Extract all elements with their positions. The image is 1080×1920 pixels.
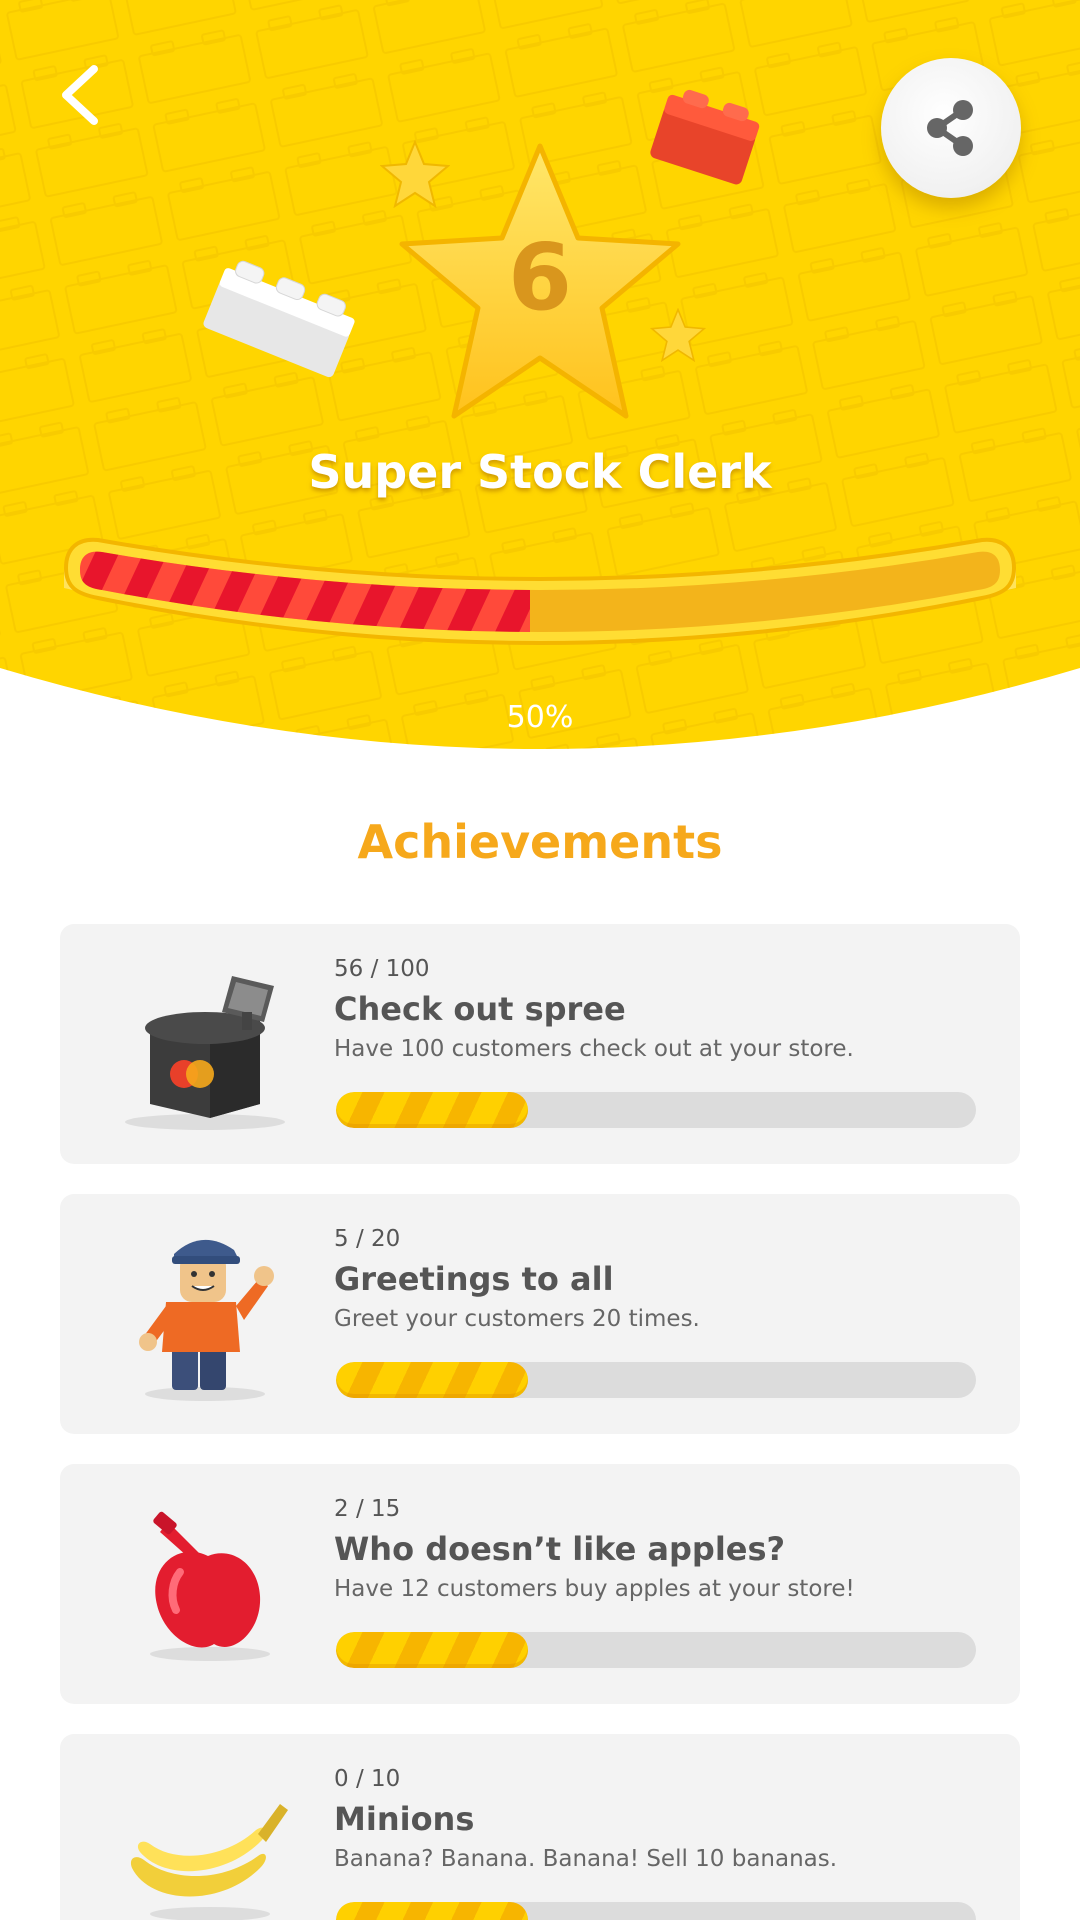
achievement-title: Minions bbox=[334, 1800, 475, 1838]
level-progress-percent: 50% bbox=[506, 700, 574, 735]
achievement-description: Have 100 customers check out at your sto… bbox=[334, 1036, 854, 1062]
achievement-progress-text: 5 / 20 bbox=[334, 1226, 401, 1252]
shopkeeper-figure-icon bbox=[139, 1239, 274, 1401]
achievement-progress-track bbox=[336, 1632, 976, 1668]
level-number: 6 bbox=[507, 224, 572, 331]
achievement-progress-track bbox=[336, 1362, 976, 1398]
achievements-title: Achievements bbox=[357, 815, 723, 869]
achievement-progress-text: 0 / 10 bbox=[334, 1766, 401, 1792]
cash-register-icon bbox=[125, 976, 285, 1130]
achievement-description: Banana? Banana. Banana! Sell 10 bananas. bbox=[334, 1846, 838, 1872]
achievement-progress-text: 56 / 100 bbox=[334, 956, 430, 982]
achievement-card[interactable]: 5 / 20 Greetings to all Greet your custo… bbox=[60, 1194, 1020, 1434]
banana-icon bbox=[130, 1804, 288, 1920]
chevron-left-icon bbox=[62, 65, 98, 125]
apple-icon bbox=[150, 1511, 270, 1661]
achievement-description: Greet your customers 20 times. bbox=[334, 1306, 700, 1332]
share-button[interactable] bbox=[881, 58, 1021, 198]
achievement-progress-fill bbox=[336, 1362, 528, 1398]
achievement-progress-fill bbox=[336, 1632, 528, 1668]
achievement-progress-fill bbox=[336, 1902, 528, 1920]
level-header: 6 Super Stock Clerk 50% bbox=[0, 0, 1080, 780]
white-brick-icon bbox=[203, 260, 355, 378]
achievement-card[interactable]: 56 / 100 Check out spree Have 100 custom… bbox=[60, 924, 1020, 1164]
achievement-progress-text: 2 / 15 bbox=[334, 1496, 401, 1522]
achievement-progress-track bbox=[336, 1902, 976, 1920]
achievement-title: Greetings to all bbox=[334, 1260, 614, 1298]
level-progress-bar bbox=[63, 537, 1017, 645]
achievement-progress-track bbox=[336, 1092, 976, 1128]
achievement-title: Who doesn’t like apples? bbox=[334, 1530, 786, 1568]
share-icon bbox=[927, 100, 973, 156]
achievement-description: Have 12 customers buy apples at your sto… bbox=[334, 1576, 855, 1602]
achievement-title: Check out spree bbox=[334, 990, 626, 1028]
achievement-card[interactable]: 2 / 15 Who doesn’t like apples? Have 12 … bbox=[60, 1464, 1020, 1704]
level-title: Super Stock Clerk bbox=[308, 445, 772, 499]
achievement-card[interactable]: 0 / 10 Minions Banana? Banana. Banana! S… bbox=[60, 1734, 1020, 1920]
back-button[interactable] bbox=[44, 50, 114, 140]
achievement-progress-fill bbox=[336, 1092, 528, 1128]
